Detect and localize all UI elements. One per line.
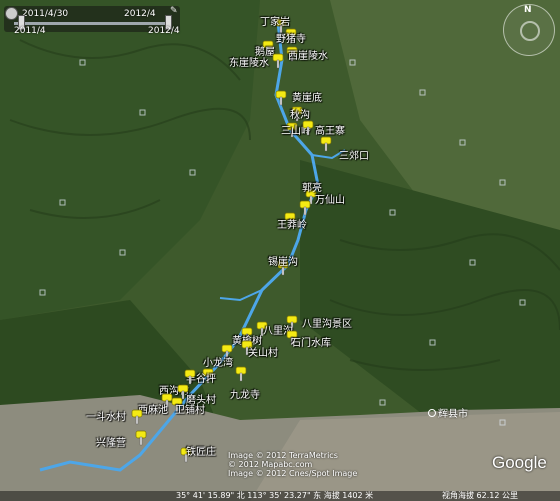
time-slider-track[interactable] [14, 22, 170, 25]
time-slider-start-date: 2011/4/30 [22, 9, 69, 19]
placemark-label[interactable]: 关山村 [248, 348, 278, 359]
placemark-pin-icon[interactable] [302, 120, 314, 140]
imagery-credits: Image © 2012 TerraMetrics © 2012 Mapabc.… [228, 451, 357, 478]
placemark-label[interactable]: 石门水库 [291, 338, 331, 349]
city-marker-icon [428, 409, 436, 417]
placemark-label[interactable]: 王莽岭 [277, 220, 307, 231]
placemark-label[interactable]: 西崖陵水 [288, 51, 328, 62]
placemark-pin-icon[interactable] [131, 409, 143, 429]
north-indicator[interactable]: N [524, 5, 532, 15]
placemark-label[interactable]: 兴隆营 [96, 438, 126, 449]
placemark-pin-icon[interactable] [235, 366, 247, 386]
cursor-coordinates: 35° 41' 15.89" 北 113° 35' 23.27" 东 海拔 14… [176, 491, 374, 500]
placemark-pin-icon[interactable] [320, 136, 332, 156]
placemark-label[interactable]: 万仙山 [315, 195, 345, 206]
placemark-label[interactable]: 九龙寺 [230, 390, 260, 401]
placemark-label[interactable]: 锡崖沟 [268, 257, 298, 268]
credit-line-3: Image © 2012 Cnes/Spot Image [228, 469, 358, 478]
time-slider-range-end: 2012/4 [148, 26, 180, 36]
eye-altitude: 视角海拔 62.12 公里 [442, 491, 518, 500]
credit-line-1: Image © 2012 TerraMetrics [228, 451, 338, 460]
look-joystick-icon[interactable] [520, 21, 540, 41]
placemark-label[interactable]: 东崖陵水 [229, 58, 269, 69]
placemark-pin-icon[interactable] [275, 90, 287, 110]
time-slider-range-start: 2011/4 [14, 26, 46, 36]
map-viewport[interactable]: 丁家岩 野猪寺 鹅屋 东崖陵水 西崖陵水 黄崖底 秋沟 三山岭 高王寨 三郊口 郭亮 万仙山 王莽岭 锡崖… [0, 0, 560, 501]
google-logo: Google [492, 453, 547, 472]
wrench-icon[interactable]: ✎ [170, 6, 179, 16]
city-label: 辉县市 [428, 405, 468, 420]
placemark-label[interactable]: 黄崖底 [292, 93, 322, 104]
status-bar: 35° 41' 15.89" 北 113° 35' 23.27" 东 海拔 14… [0, 491, 560, 501]
time-slider-end-date: 2012/4 [124, 9, 156, 19]
placemark-pin-icon[interactable] [135, 430, 147, 450]
placemark-label[interactable]: 卫铺村 [175, 405, 205, 416]
clock-icon[interactable] [5, 7, 18, 20]
placemark-pin-icon[interactable] [299, 200, 311, 220]
city-name: 辉县市 [438, 409, 468, 420]
placemark-label[interactable]: 丁家岩 [260, 17, 290, 28]
navigation-control[interactable]: N [503, 4, 555, 56]
placemark-label[interactable]: 郭亮 [302, 183, 322, 194]
placemark-label[interactable]: 八里沟景区 [302, 319, 352, 330]
placemark-label[interactable]: 野猪寺 [276, 34, 306, 45]
placemark-pin-icon[interactable] [272, 53, 284, 73]
placemark-label[interactable]: 铁匠庄 [186, 447, 216, 458]
placemark-label[interactable]: 三郊口 [339, 151, 369, 162]
placemark-label[interactable]: 一斗水村 [86, 412, 126, 423]
credit-line-2: © 2012 Mapabc.com [228, 460, 313, 469]
time-slider[interactable]: 2011/4/30 2012/4 ✎ 2011/4 2012/4 [0, 0, 182, 38]
satellite-map[interactable] [0, 0, 560, 501]
